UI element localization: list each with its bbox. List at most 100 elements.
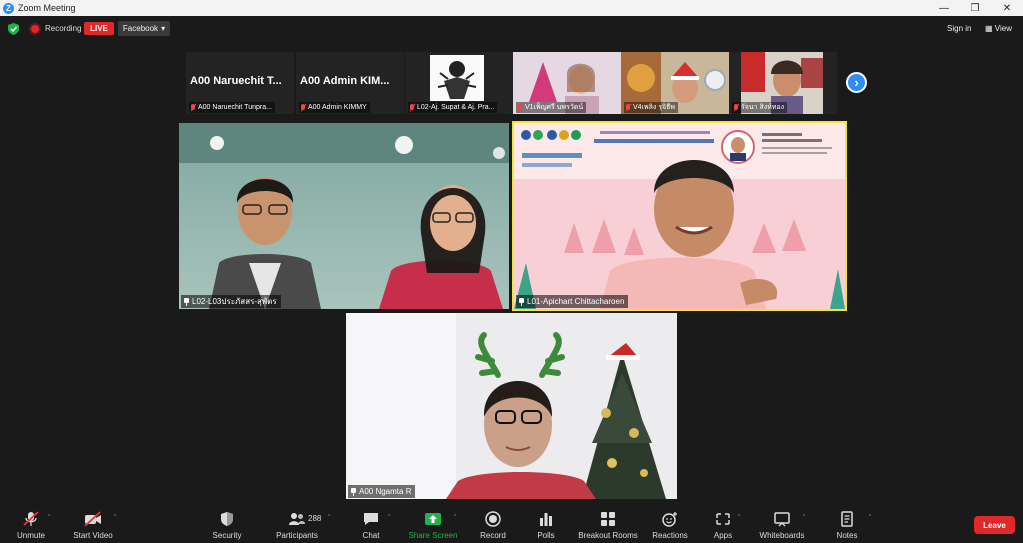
share-options-caret-icon[interactable]: ˆ [454, 515, 456, 522]
participant-thumbnail[interactable]: A00 Naruechit T... A00 Naruechit Tunpra.… [186, 52, 294, 114]
whiteboards-button[interactable]: Whiteboards [756, 506, 808, 543]
breakout-rooms-label: Breakout Rooms [578, 531, 638, 540]
reactions-button[interactable]: Reactions [650, 506, 690, 543]
muted-mic-icon [625, 103, 631, 112]
share-screen-label: Share Screen [408, 531, 458, 540]
chevron-right-icon: › [854, 75, 859, 90]
recording-icon [31, 25, 39, 33]
video-off-icon [84, 511, 101, 527]
participant-label-text: รัจนา สิงห์ทอง [741, 104, 785, 111]
chat-button[interactable]: Chat [356, 506, 386, 543]
participant-name-large: A00 Admin KIM... [300, 75, 390, 87]
encryption-shield-icon[interactable] [8, 23, 19, 35]
notes-icon [841, 511, 853, 527]
video-options-caret-icon[interactable]: ˆ [114, 515, 116, 522]
leave-button[interactable]: Leave [974, 516, 1015, 534]
breakout-rooms-button[interactable]: Breakout Rooms [576, 506, 640, 543]
chat-options-caret-icon[interactable]: ˆ [388, 515, 390, 522]
chat-bubble-icon [364, 513, 378, 525]
participant-thumbnail[interactable]: A00 Admin KIM... A00 Admin KIMMY [296, 52, 404, 114]
participant-name-tag: L01-Apichart Chittacharoen [516, 295, 629, 308]
participant-video [514, 123, 845, 309]
participant-label-text: V1เพ็ญศรี นพรวัตน์ [525, 104, 584, 111]
unmute-button[interactable]: Unmute [12, 506, 50, 543]
minimize-icon[interactable]: — [929, 0, 959, 16]
shield-icon [221, 512, 233, 526]
whiteboard-icon [774, 512, 790, 527]
close-icon[interactable]: ✕ [992, 0, 1022, 16]
apps-button[interactable]: Apps [708, 506, 738, 543]
record-icon [485, 511, 501, 527]
stream-target-dropdown[interactable]: Facebook ▾ [118, 21, 170, 36]
participant-video [346, 313, 677, 499]
recording-label: Recording [45, 24, 82, 33]
grid-view-icon: ▦ [985, 24, 995, 33]
muted-microphone-icon [23, 511, 39, 526]
participant-label: L02-Aj. Supat & Aj. Pra... [408, 102, 498, 113]
participant-label: V1เพ็ญศรี นพรวัตน์ [516, 102, 587, 113]
participant-name-text: L02-L03ประภัสสร-สุพัตร [192, 297, 277, 306]
reactions-label: Reactions [652, 531, 688, 540]
meeting-toolbar: Unmute ˆ Start Video ˆ Security Particip… [0, 506, 1023, 543]
muted-mic-icon [409, 103, 415, 112]
security-label: Security [212, 531, 242, 540]
pin-icon [350, 487, 357, 496]
participants-icon [289, 513, 305, 525]
muted-mic-icon [517, 103, 523, 112]
zoom-logo-icon: Z [3, 2, 14, 14]
notes-label: Notes [836, 531, 858, 540]
share-screen-icon [425, 513, 441, 525]
whiteboards-label: Whiteboards [759, 531, 805, 540]
pin-icon [518, 297, 525, 306]
share-screen-button[interactable]: Share Screen [408, 506, 458, 543]
whiteboards-options-caret-icon[interactable]: ˆ [803, 515, 805, 522]
more-options-caret-icon[interactable]: ˆ [869, 515, 871, 522]
chat-label: Chat [362, 531, 380, 540]
chevron-down-icon: ▾ [161, 24, 166, 33]
view-label: View [994, 24, 1012, 33]
participant-name-large: A00 Naruechit T... [190, 75, 282, 87]
video-tile-active-speaker[interactable]: L01-Apichart Chittacharoen [512, 121, 847, 311]
audio-options-caret-icon[interactable]: ˆ [48, 515, 50, 522]
participant-name-text: A00 Ngamta R [359, 487, 412, 496]
view-button[interactable]: ▦ View [985, 24, 1012, 33]
apps-label: Apps [713, 531, 733, 540]
participants-options-caret-icon[interactable]: ˆ [328, 515, 330, 522]
participant-name-tag: A00 Ngamta R [348, 485, 416, 498]
start-video-label: Start Video [73, 531, 113, 540]
participant-label-text: A00 Admin KIMMY [308, 104, 367, 111]
participant-video [179, 123, 509, 309]
participant-label: A00 Naruechit Tunpra... [189, 102, 275, 113]
participants-label: Participants [276, 531, 318, 540]
participants-count: 288 [308, 514, 322, 523]
apps-options-caret-icon[interactable]: ˆ [738, 515, 740, 522]
participant-label-text: L02-Aj. Supat & Aj. Pra... [417, 104, 495, 111]
security-button[interactable]: Security [208, 506, 246, 543]
live-badge[interactable]: LIVE [84, 22, 114, 35]
meeting-top-bar: Recording LIVE Facebook ▾ Sign in ▦ View [0, 16, 1023, 42]
record-label: Record [480, 531, 506, 540]
participants-button[interactable]: Participants [272, 506, 322, 543]
participant-label-text: A00 Naruechit Tunpra... [198, 104, 272, 111]
notes-button[interactable]: Notes [832, 506, 862, 543]
unmute-label: Unmute [16, 531, 45, 540]
next-page-button[interactable]: › [846, 72, 867, 93]
muted-mic-icon [190, 103, 196, 112]
start-video-button[interactable]: Start Video [70, 506, 116, 543]
polls-label: Polls [537, 531, 555, 540]
sign-in-link[interactable]: Sign in [947, 24, 971, 33]
participant-thumbnail[interactable]: V4เพลิง รุจิธีพ [621, 52, 729, 114]
video-tile-bottom[interactable]: A00 Ngamta R [346, 313, 677, 499]
reactions-smiley-icon [662, 512, 677, 527]
participant-thumbnail[interactable]: รัจนา สิงห์ทอง [729, 52, 837, 114]
participant-thumbnail[interactable]: L02-Aj. Supat & Aj. Pra... [405, 52, 513, 114]
window-title: Zoom Meeting [18, 3, 76, 13]
participant-thumbnail[interactable]: V1เพ็ญศรี นพรวัตน์ [513, 52, 621, 114]
video-tile-left[interactable]: L02-L03ประภัสสร-สุพัตร [179, 123, 509, 309]
participant-label: A00 Admin KIMMY [299, 102, 370, 113]
muted-mic-icon [733, 103, 739, 112]
polls-bar-icon [540, 513, 552, 526]
polls-button[interactable]: Polls [532, 506, 560, 543]
record-button[interactable]: Record [476, 506, 510, 543]
restore-icon[interactable]: ❐ [960, 0, 990, 16]
